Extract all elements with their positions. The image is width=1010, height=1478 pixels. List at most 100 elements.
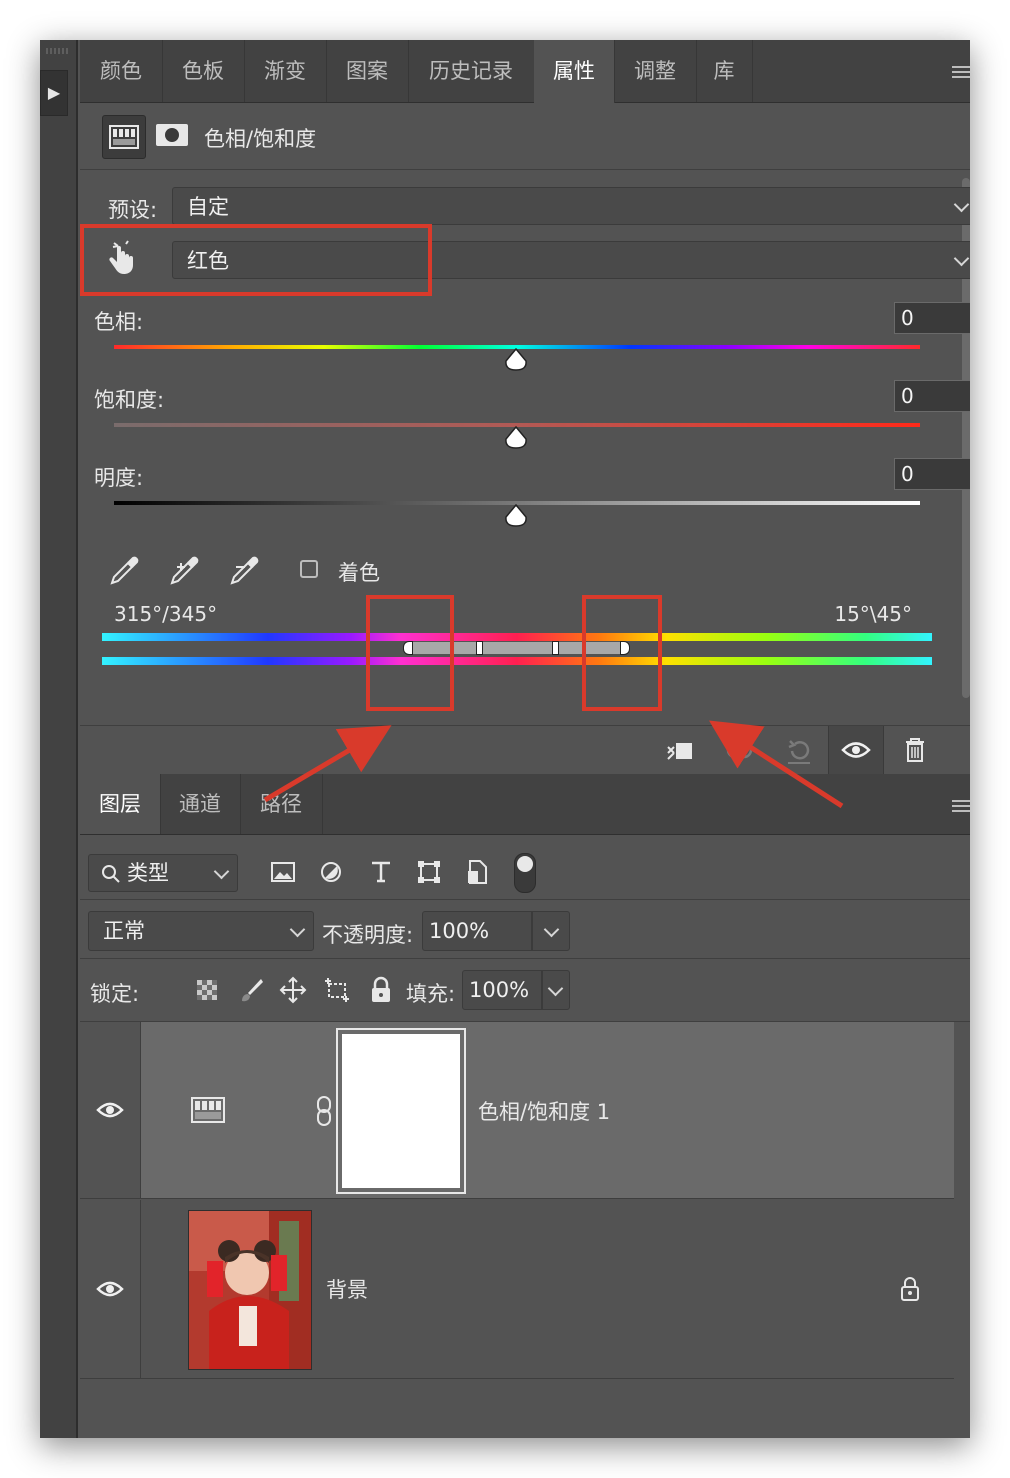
chain-link-icon — [317, 1096, 331, 1126]
eye-icon — [96, 1102, 124, 1118]
saturation-label: 饱和度: — [94, 388, 165, 412]
hue-value-input[interactable]: 0 — [894, 302, 970, 334]
tab-history[interactable]: 历史记录 — [408, 40, 535, 102]
filter-type-select[interactable]: 类型 — [88, 854, 238, 892]
lock-icon — [901, 1277, 919, 1301]
chevron-down-icon — [213, 863, 230, 880]
tab-properties[interactable]: 属性 — [534, 40, 615, 103]
strip-grip[interactable] — [46, 48, 70, 54]
tab-gradients[interactable]: 渐变 — [244, 40, 327, 102]
triangle-thumb-icon — [505, 426, 527, 449]
fill-input[interactable]: 100% — [462, 970, 542, 1010]
clip-to-layer-button[interactable] — [662, 733, 696, 767]
expand-panels-button[interactable]: ▶ — [40, 70, 68, 116]
eyedropper-minus-icon — [230, 556, 259, 585]
filter-toggle-switch[interactable] — [514, 853, 536, 893]
preset-label: 预设: — [108, 198, 158, 222]
layer-name[interactable]: 色相/饱和度 1 — [478, 1096, 610, 1126]
layer-name[interactable]: 背景 — [326, 1274, 368, 1304]
eyedropper-tool[interactable] — [108, 553, 142, 587]
hue-saturation-icon — [191, 1097, 225, 1123]
chevron-down-icon — [543, 921, 560, 938]
blend-mode-row: 正常 不透明度: 100% — [80, 900, 970, 959]
hue-label: 色相: — [94, 310, 144, 334]
adjustment-layer-icon — [188, 1094, 228, 1128]
properties-panel: 颜色 色板 渐变 图案 历史记录 属性 调整 库 色相/饱和度 预设: 自定 红… — [80, 40, 970, 1438]
mask-white-fill — [342, 1034, 460, 1188]
layer-mask-thumbnail[interactable] — [336, 1028, 466, 1194]
lock-artboard[interactable] — [320, 973, 354, 1007]
filter-smart-object-button[interactable] — [460, 855, 494, 889]
view-previous-icon — [726, 741, 753, 759]
filter-adjustment-button[interactable] — [314, 855, 348, 889]
photo-thumbnail-image — [189, 1211, 311, 1369]
lock-transparent-pixels[interactable] — [190, 973, 224, 1007]
adjustment-icon-button[interactable] — [102, 115, 146, 159]
filter-type-layer-button[interactable] — [364, 855, 398, 889]
search-icon — [102, 865, 120, 883]
lock-position[interactable] — [276, 973, 310, 1007]
opacity-label: 不透明度: — [322, 923, 414, 947]
add-to-sample-tool[interactable] — [168, 553, 202, 587]
toggle-visibility-button[interactable] — [828, 726, 884, 774]
fill-label: 填充: — [406, 982, 456, 1006]
layers-menu-icon[interactable] — [952, 800, 970, 814]
fill-dropdown[interactable] — [542, 970, 570, 1010]
tab-patterns[interactable]: 图案 — [326, 40, 409, 102]
range-inner-right-handle[interactable] — [552, 641, 559, 655]
opacity-value: 100% — [429, 919, 490, 943]
eyedropper-icon — [110, 556, 139, 585]
lock-all[interactable] — [364, 973, 398, 1007]
toggle-knob — [517, 856, 533, 872]
link-icon[interactable] — [312, 1094, 336, 1128]
tab-swatches[interactable]: 色板 — [162, 40, 245, 102]
reset-adjustments-button[interactable] — [782, 733, 816, 767]
tab-adjustments[interactable]: 调整 — [614, 40, 697, 102]
layer-row[interactable]: 色相/饱和度 1 — [80, 1022, 954, 1199]
properties-header: 色相/饱和度 — [80, 103, 970, 170]
smart-object-icon — [468, 860, 487, 884]
tab-layers[interactable]: 图层 — [80, 774, 161, 834]
lock-label: 锁定: — [90, 982, 140, 1006]
tab-channels[interactable]: 通道 — [160, 774, 241, 834]
view-previous-state-button[interactable] — [722, 733, 756, 767]
layer-visibility-cell[interactable] — [80, 1200, 141, 1378]
eye-icon — [841, 742, 871, 758]
tab-color[interactable]: 颜色 — [80, 40, 163, 102]
collapsed-panel-strip: ▶ — [40, 40, 78, 1438]
layer-mask-icon — [156, 124, 188, 146]
opacity-dropdown[interactable] — [532, 911, 570, 951]
lock-image-pixels[interactable] — [234, 973, 268, 1007]
photoshop-panel-window: ▶ 颜色 色板 渐变 图案 历史记录 属性 调整 库 色相/饱和度 预设: 自定… — [40, 40, 970, 1438]
color-range-bar-bottom — [102, 657, 932, 665]
shape-transform-icon — [418, 861, 440, 883]
triangle-thumb-icon — [505, 348, 527, 371]
tab-libraries[interactable]: 库 — [696, 40, 753, 102]
lock-icon — [372, 976, 390, 1002]
clip-to-layer-icon — [667, 743, 692, 760]
blend-mode-select[interactable]: 正常 — [88, 911, 314, 951]
blend-mode-value: 正常 — [103, 919, 145, 943]
layer-row[interactable]: 背景 — [80, 1200, 954, 1379]
layer-visibility-cell[interactable] — [80, 1022, 141, 1198]
filter-pixel-button[interactable] — [266, 855, 300, 889]
preset-select[interactable]: 自定 — [172, 187, 970, 225]
filter-shape-button[interactable] — [412, 855, 446, 889]
range-right-label: 15°\45° — [834, 602, 912, 626]
chevron-down-icon — [953, 196, 970, 213]
range-inner-left-handle[interactable] — [476, 641, 483, 655]
saturation-value-input[interactable]: 0 — [894, 380, 970, 412]
mask-icon-button[interactable] — [154, 117, 190, 153]
properties-title: 色相/饱和度 — [204, 127, 317, 151]
colorize-checkbox[interactable] — [300, 560, 318, 578]
panel-menu-icon[interactable] — [952, 66, 970, 80]
delete-adjustment-button[interactable] — [898, 733, 932, 767]
tab-paths[interactable]: 路径 — [240, 774, 323, 834]
opacity-input[interactable]: 100% — [422, 911, 532, 951]
subtract-from-sample-tool[interactable] — [228, 553, 262, 587]
annotation-box-right-handle — [582, 595, 662, 711]
properties-footer — [80, 725, 970, 775]
hue-saturation-icon — [109, 125, 139, 149]
lightness-value-input[interactable]: 0 — [894, 458, 970, 490]
background-layer-thumbnail[interactable] — [188, 1210, 312, 1370]
